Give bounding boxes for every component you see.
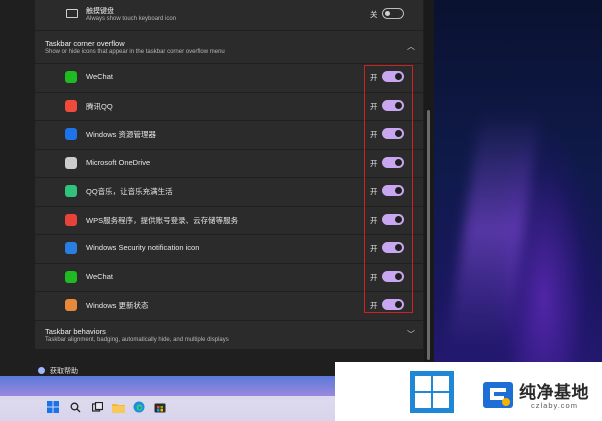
overflow-item-state: 开 <box>370 73 378 82</box>
overflow-item-row[interactable]: Windows Security notification icon 开 <box>35 234 423 263</box>
taskbar-corner-overflow-header[interactable]: Taskbar corner overflow Show or hide ico… <box>35 30 423 63</box>
overflow-item-row[interactable]: Windows 资源管理器 开 <box>35 120 423 149</box>
overflow-item-row[interactable]: 腾讯QQ 开 <box>35 91 423 120</box>
overflow-item-row[interactable]: Windows 更新状态 开 <box>35 291 423 320</box>
wallpaper-streak <box>447 110 541 350</box>
overflow-item-toggle[interactable] <box>382 71 404 82</box>
overflow-item-state: 开 <box>370 215 378 225</box>
overflow-item-toggle[interactable] <box>382 156 404 168</box>
get-help-link[interactable]: 获取帮助 <box>50 366 78 376</box>
overflow-item-toggle[interactable] <box>382 242 404 253</box>
overflow-item-toggle[interactable] <box>382 270 404 282</box>
store-icon[interactable] <box>153 400 167 414</box>
edge-icon[interactable] <box>132 400 146 414</box>
file-explorer-icon[interactable] <box>111 400 125 414</box>
touch-keyboard-toggle[interactable] <box>382 8 404 19</box>
scrollbar[interactable] <box>424 0 434 376</box>
overflow-item-row[interactable]: WeChat 开 <box>35 262 423 291</box>
overflow-item-toggle[interactable] <box>382 299 404 310</box>
chevron-down-icon[interactable]: ﹀ <box>407 329 415 340</box>
overflow-item-row[interactable]: Microsoft OneDrive 开 <box>35 148 423 177</box>
overflow-item-name: Microsoft OneDrive <box>86 157 151 167</box>
touch-keyboard-description: Always show touch keyboard icon <box>86 16 177 22</box>
desktop-wallpaper <box>424 0 602 421</box>
watermark-url: czlaby.com <box>531 401 578 410</box>
chevron-up-icon[interactable]: ︿ <box>407 41 415 52</box>
overflow-item-toggle[interactable] <box>382 185 404 196</box>
overflow-item-name: WeChat <box>86 271 113 281</box>
overflow-item-name: 腾讯QQ <box>86 101 113 111</box>
scrollbar-thumb[interactable] <box>427 110 430 360</box>
overflow-item-state: 开 <box>370 158 378 168</box>
overflow-item-row[interactable]: WPS服务程序，提供账号登录、云存储等服务 开 <box>35 205 423 234</box>
behaviors-section-subtitle: Taskbar alignment, badging, automaticall… <box>45 337 229 343</box>
overflow-section-subtitle: Show or hide icons that appear in the ta… <box>45 49 225 55</box>
overflow-item-state: 开 <box>370 301 378 310</box>
overflow-item-name: Windows Security notification icon <box>86 243 200 252</box>
wps-icon <box>65 213 77 226</box>
overflow-item-name: WPS服务程序，提供账号登录、云存储等服务 <box>86 215 239 225</box>
overflow-item-state: 开 <box>370 187 378 196</box>
keyboard-icon <box>66 9 78 18</box>
start-icon[interactable] <box>46 400 60 414</box>
overflow-item-state: 开 <box>370 101 378 111</box>
overflow-item-state: 开 <box>370 272 378 282</box>
touch-keyboard-label: 触摸键盘 <box>86 8 114 15</box>
overflow-item-name: Windows 更新状态 <box>86 301 149 310</box>
overflow-item-state: 开 <box>370 130 378 139</box>
overflow-item-row[interactable]: WeChat 开 <box>35 63 423 92</box>
overflow-item-name: WeChat <box>86 72 113 81</box>
qq-icon <box>65 99 77 112</box>
help-icon <box>38 367 45 374</box>
overflow-item-toggle[interactable] <box>382 128 404 139</box>
watermark-title: 纯净基地 <box>519 383 589 402</box>
wechat-icon <box>65 71 77 83</box>
task-view-icon[interactable] <box>90 400 104 414</box>
overflow-section-title: Taskbar corner overflow <box>45 39 125 48</box>
overflow-item-name: QQ音乐，让音乐充满生活 <box>86 187 173 196</box>
watermark-brand-icon <box>482 380 514 410</box>
touch-keyboard-state: 关 <box>370 10 378 19</box>
windows-security-icon <box>65 242 77 254</box>
onedrive-icon <box>65 156 77 169</box>
settings-window: 触摸键盘 Always show touch keyboard icon 关 T… <box>0 0 424 376</box>
wechat-icon <box>65 270 77 283</box>
qq-music-icon <box>65 185 77 197</box>
taskbar-behaviors-header[interactable]: Taskbar behaviors Taskbar alignment, bad… <box>35 321 423 349</box>
overflow-item-row[interactable]: QQ音乐，让音乐充满生活 开 <box>35 177 423 206</box>
overflow-item-state: 开 <box>370 244 378 253</box>
search-icon[interactable] <box>68 400 82 414</box>
overflow-item-toggle[interactable] <box>382 99 404 111</box>
touch-keyboard-row[interactable]: 触摸键盘 Always show touch keyboard icon 关 <box>35 0 423 30</box>
windows-update-icon <box>65 299 77 311</box>
overflow-item-toggle[interactable] <box>382 213 404 225</box>
overflow-item-name: Windows 资源管理器 <box>86 130 157 139</box>
watermark-window-logo <box>409 370 455 414</box>
bluetooth-icon <box>65 128 77 140</box>
behaviors-section-title: Taskbar behaviors <box>45 327 106 336</box>
